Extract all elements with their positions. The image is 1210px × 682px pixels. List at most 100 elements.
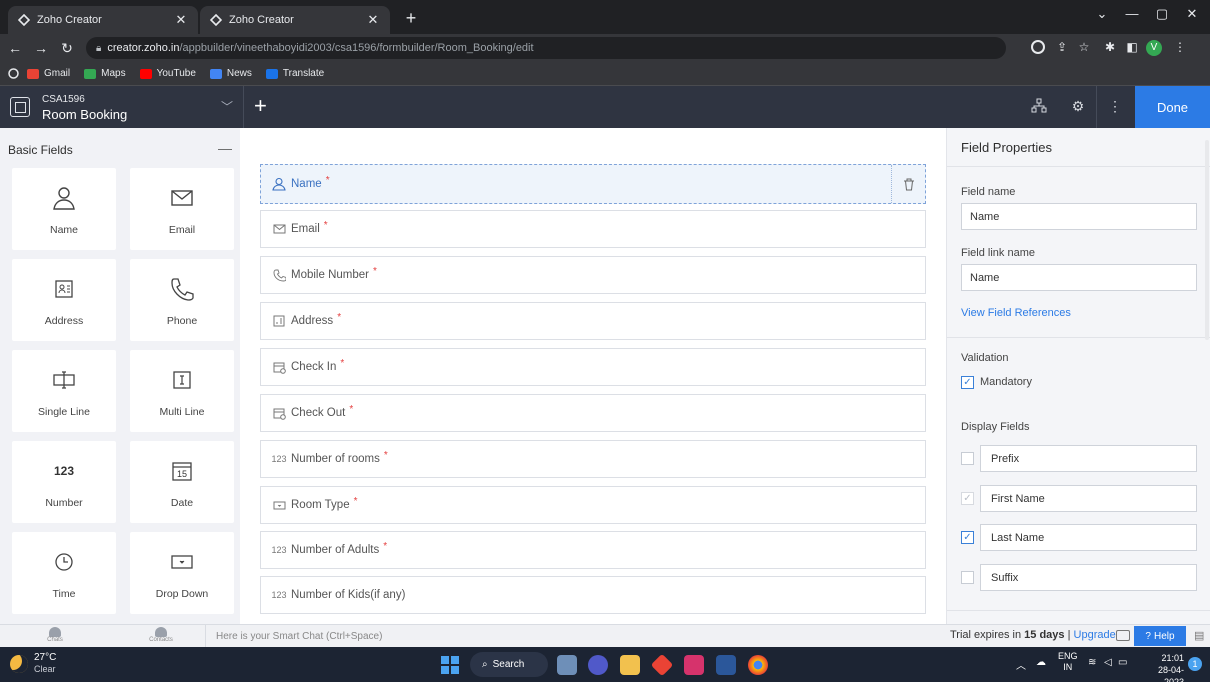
last-name-checkbox[interactable]: ✓ <box>961 531 974 544</box>
help-button[interactable]: ? Help <box>1134 626 1186 646</box>
form-field-check-out[interactable]: Check Out * <box>260 394 926 432</box>
share-icon[interactable]: ⇪ <box>1054 40 1070 56</box>
last-name-input[interactable]: Last Name <box>980 524 1197 551</box>
browser-tab-active[interactable]: Zoho Creator ✕ <box>200 6 390 34</box>
onedrive-icon[interactable]: ☁ <box>1036 657 1046 668</box>
bookmark-maps[interactable]: Maps <box>84 68 126 79</box>
field-tile-multi-line[interactable]: Multi Line <box>130 350 234 432</box>
prefix-checkbox[interactable] <box>961 452 974 465</box>
browser-tab[interactable]: Zoho Creator ✕ <box>8 6 198 34</box>
contacts-button[interactable]: Contacts <box>146 627 176 643</box>
close-tab-icon[interactable]: ✕ <box>174 12 188 28</box>
windows-start-icon[interactable] <box>441 656 459 674</box>
smart-chat-input[interactable]: Here is your Smart Chat (Ctrl+Space) <box>205 625 945 647</box>
back-icon[interactable]: ← <box>4 40 26 56</box>
news-icon <box>209 68 222 79</box>
menu-dots-icon[interactable]: ⋮ <box>1172 40 1188 56</box>
form-field-room-type[interactable]: Room Type * <box>260 486 926 524</box>
gear-icon[interactable]: ⚙ <box>1069 98 1087 116</box>
bookmark-youtube[interactable]: YouTube <box>139 68 196 79</box>
field-tile-phone[interactable]: Phone <box>130 259 234 341</box>
hierarchy-icon[interactable] <box>1030 98 1048 116</box>
field-tile-dropdown[interactable]: Drop Down <box>130 532 234 614</box>
chevron-down-icon[interactable]: ﹀ <box>221 98 233 115</box>
weather-temperature[interactable]: 27°C <box>34 652 56 663</box>
word-icon[interactable] <box>716 655 736 675</box>
side-panel-icon[interactable]: ◧ <box>1124 40 1140 56</box>
field-tile-name[interactable]: Name <box>12 168 116 250</box>
form-field-number-of-adults[interactable]: 123 Number of Adults * <box>260 531 926 569</box>
show-hidden-icons[interactable]: ︿ <box>1016 657 1026 672</box>
notification-badge[interactable]: 1 <box>1188 657 1202 671</box>
field-tile-time[interactable]: Time <box>12 532 116 614</box>
field-tile-single-line[interactable]: Single Line <box>12 350 116 432</box>
add-form-button[interactable]: + <box>254 93 267 119</box>
close-window-icon[interactable]: ✕ <box>1182 6 1202 22</box>
suffix-checkbox[interactable] <box>961 571 974 584</box>
mandatory-checkbox[interactable]: ✓ <box>961 376 974 389</box>
new-tab-button[interactable]: + <box>400 8 422 29</box>
task-view-icon[interactable] <box>557 655 577 675</box>
form-field-number-of-rooms[interactable]: 123 Number of rooms * <box>260 440 926 478</box>
upgrade-link[interactable]: Upgrade <box>1074 629 1116 641</box>
google-icon[interactable] <box>1030 40 1046 56</box>
profile-avatar[interactable]: V <box>1146 40 1162 56</box>
battery-icon[interactable]: ▭ <box>1118 657 1127 668</box>
field-tile-date[interactable]: 15 Date <box>130 441 234 523</box>
minimize-icon[interactable]: — <box>1122 6 1142 21</box>
bookmark-news[interactable]: News <box>209 68 252 79</box>
mcafee-icon[interactable] <box>684 655 704 675</box>
done-button[interactable]: Done <box>1135 86 1210 128</box>
bookmarks-bar: Gmail Maps YouTube News Translate <box>0 62 1210 86</box>
form-field-name[interactable]: Name * <box>260 164 926 204</box>
maximize-icon[interactable]: ▢ <box>1152 6 1172 22</box>
first-name-input[interactable]: First Name <box>980 485 1197 512</box>
more-options-icon[interactable]: ⋮ <box>1106 98 1124 116</box>
reload-icon[interactable]: ↻ <box>56 40 78 57</box>
field-tile-number[interactable]: 123 Number <box>12 441 116 523</box>
chrome-icon[interactable] <box>748 655 768 675</box>
form-field-check-in[interactable]: Check In * <box>260 348 926 386</box>
lock-icon: 🔒︎ <box>96 42 102 54</box>
forward-icon[interactable]: → <box>30 40 52 56</box>
apps-icon[interactable] <box>8 68 19 79</box>
file-explorer-icon[interactable] <box>620 655 640 675</box>
properties-scrollbar[interactable] <box>1205 140 1209 340</box>
bookmark-translate[interactable]: Translate <box>265 68 324 79</box>
address-bar[interactable]: 🔒︎ creator.zoho.in/appbuilder/vineethabo… <box>86 37 1006 59</box>
form-field-number-of-kids[interactable]: 123 Number of Kids(if any) <box>260 576 926 614</box>
form-icon[interactable] <box>10 97 30 117</box>
tab-search-icon[interactable]: ⌄ <box>1092 6 1112 22</box>
wifi-icon[interactable]: ≋ <box>1088 657 1096 668</box>
phone-icon <box>271 267 287 283</box>
close-tab-icon[interactable]: ✕ <box>366 12 380 28</box>
bookmark-star-icon[interactable]: ☆ <box>1076 40 1092 56</box>
chats-button[interactable]: Chats <box>40 627 70 643</box>
form-field-email[interactable]: Email * <box>260 210 926 248</box>
office-app-icon[interactable] <box>650 653 674 677</box>
field-link-name-input[interactable]: Name <box>961 264 1197 291</box>
taskbar-clock[interactable]: 21:01 28-04-2023 <box>1138 652 1184 682</box>
field-tile-email[interactable]: Email <box>130 168 234 250</box>
display-fields-label: Display Fields <box>961 421 1030 433</box>
prefix-input[interactable]: Prefix <box>980 445 1197 472</box>
field-name-input[interactable]: Name <box>961 203 1197 230</box>
form-field-address[interactable]: Address * <box>260 302 926 340</box>
form-name[interactable]: Room Booking <box>42 107 127 122</box>
view-field-references-link[interactable]: View Field References <box>961 307 1071 319</box>
keyboard-icon[interactable] <box>1116 630 1130 641</box>
teams-chat-icon[interactable] <box>588 655 608 675</box>
trash-icon[interactable] <box>891 165 925 203</box>
extensions-icon[interactable]: ✱ <box>1102 40 1118 56</box>
bookmark-gmail[interactable]: Gmail <box>27 68 70 79</box>
number-icon: 123 <box>271 454 287 464</box>
field-tile-address[interactable]: Address <box>12 259 116 341</box>
field-label: Email <box>291 223 320 235</box>
volume-icon[interactable]: ◁ <box>1104 657 1112 668</box>
collapse-icon[interactable]: — <box>218 140 232 156</box>
suffix-input[interactable]: Suffix <box>980 564 1197 591</box>
notes-icon[interactable]: ▤ <box>1194 629 1204 642</box>
form-field-mobile-number[interactable]: Mobile Number * <box>260 256 926 294</box>
taskbar-search[interactable]: ⌕ Search <box>470 652 548 677</box>
language-indicator[interactable]: ENG IN <box>1058 651 1078 673</box>
